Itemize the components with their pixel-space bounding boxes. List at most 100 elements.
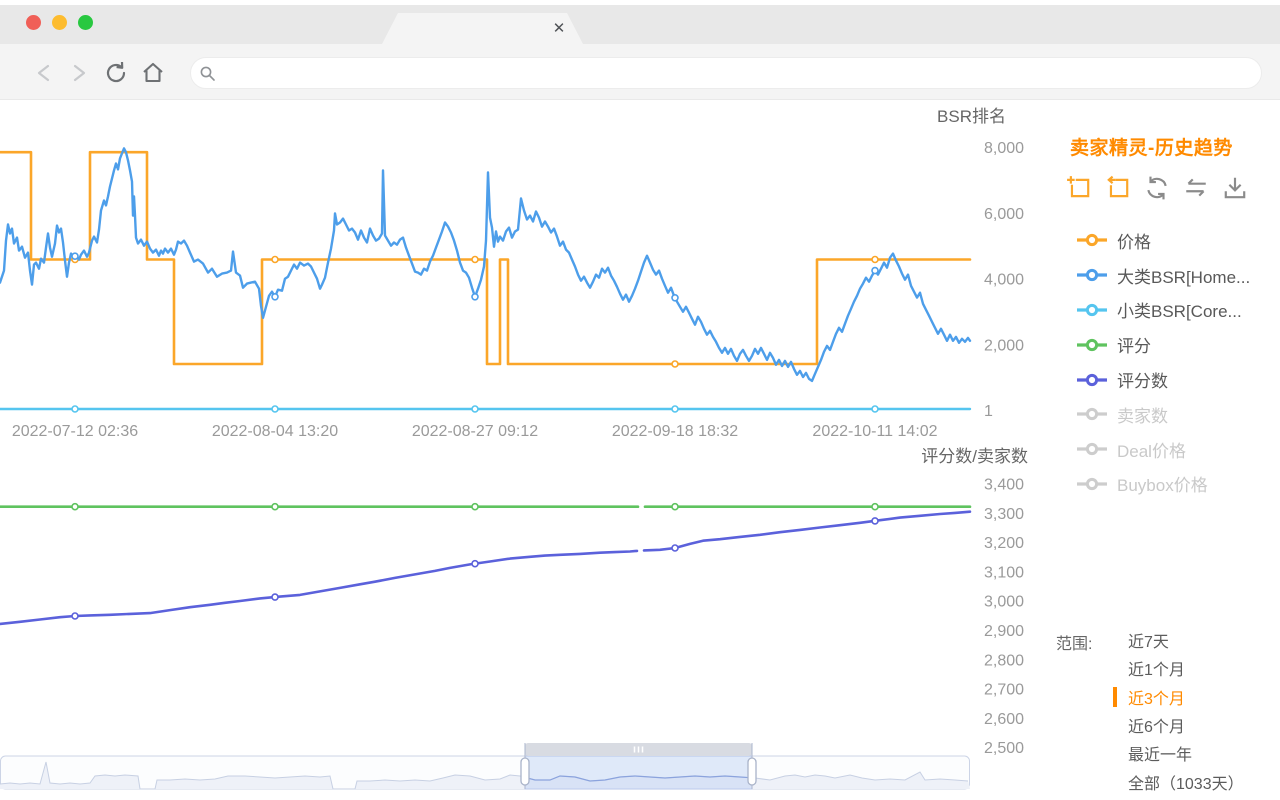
rating-count-marker bbox=[71, 612, 79, 620]
main-category-bsr-line bbox=[0, 147, 972, 383]
range-option-1[interactable]: 近1个月 bbox=[1113, 654, 1273, 682]
rating-marker bbox=[71, 502, 79, 511]
range-option-0[interactable]: 近7天 bbox=[1113, 626, 1273, 654]
legend-item-7[interactable]: Buybox价格 bbox=[1077, 467, 1277, 502]
legend-item-3[interactable]: 评分 bbox=[1077, 327, 1277, 362]
maximize-window-button[interactable] bbox=[78, 15, 93, 30]
legend-item-label: Deal价格 bbox=[1117, 441, 1186, 461]
reload-icon[interactable] bbox=[103, 60, 129, 86]
rating-chart-y-tick: 3,400 bbox=[984, 477, 1024, 494]
main-category-bsr-marker bbox=[271, 292, 279, 301]
legend-item-label: 卖家数 bbox=[1117, 406, 1168, 426]
scrollbar-selection[interactable] bbox=[524, 755, 753, 790]
main-category-bsr-marker bbox=[471, 292, 479, 301]
legend-item-6[interactable]: Deal价格 bbox=[1077, 432, 1277, 467]
range-option-4[interactable]: 最近一年 bbox=[1113, 739, 1273, 767]
swap-icon[interactable] bbox=[1183, 175, 1209, 201]
minimize-window-button[interactable] bbox=[52, 15, 67, 30]
legend-marker-icon bbox=[1077, 303, 1107, 317]
bsr-chart-y-tick: 8,000 bbox=[984, 140, 1024, 157]
rating-count-line bbox=[642, 510, 972, 552]
rating-chart-axis-name: 评分数/卖家数 bbox=[921, 447, 1028, 466]
sub-category-bsr-marker bbox=[471, 405, 479, 413]
scrollbar-grip-icon bbox=[637, 746, 640, 753]
legend-marker-icon bbox=[1077, 234, 1107, 247]
legend-marker-icon bbox=[1077, 477, 1107, 491]
bsr-chart-x-tick: 2022-10-11 14:02 bbox=[812, 423, 937, 440]
bsr-chart-axis-name: BSR排名 bbox=[937, 107, 1006, 126]
main-category-bsr-marker bbox=[871, 266, 879, 275]
price-marker bbox=[871, 255, 879, 264]
legend-item-2[interactable]: 小类BSR[Core... bbox=[1077, 293, 1277, 328]
page-title: 卖家精灵-历史趋势 bbox=[1070, 138, 1233, 159]
rating-count-marker bbox=[271, 593, 279, 601]
bsr-chart-y-tick: 2,000 bbox=[984, 337, 1024, 354]
rating-marker bbox=[671, 502, 679, 511]
tab-close-icon[interactable]: ✕ bbox=[550, 20, 568, 38]
bsr-chart-x-tick: 2022-09-18 18:32 bbox=[612, 423, 738, 440]
legend-item-4[interactable]: 评分数 bbox=[1077, 362, 1277, 397]
trend-charts-canvas: BSR排名 8,000 6,000 4,000 2,000 1 2022-07-12 02:… bbox=[0, 107, 1028, 790]
sub-category-bsr-marker bbox=[671, 405, 679, 413]
rating-chart-y-tick: 2,800 bbox=[984, 652, 1024, 669]
legend-item-label: 价格 bbox=[1117, 232, 1151, 252]
close-window-button[interactable] bbox=[26, 15, 41, 30]
scrollbar-handle[interactable] bbox=[520, 757, 530, 786]
rating-chart-y-tick: 2,600 bbox=[984, 711, 1024, 728]
legend-marker-icon bbox=[1077, 373, 1107, 386]
legend-marker-icon bbox=[1077, 269, 1107, 282]
refresh-icon[interactable] bbox=[1144, 175, 1170, 201]
bsr-chart-x-tick: 2022-08-04 13:20 bbox=[212, 423, 338, 440]
legend-item-5[interactable]: 卖家数 bbox=[1077, 397, 1277, 432]
rating-chart-y-tick: 3,000 bbox=[984, 594, 1024, 611]
legend-item-label: 评分 bbox=[1117, 337, 1151, 357]
chart-toolbox bbox=[1066, 175, 1266, 201]
legend-item-1[interactable]: 大类BSR[Home... bbox=[1077, 258, 1277, 293]
legend-item-0[interactable]: 价格 bbox=[1077, 223, 1277, 258]
rating-chart-y-tick: 2,900 bbox=[984, 623, 1024, 640]
rating-marker bbox=[471, 502, 479, 511]
sub-category-bsr-marker bbox=[71, 405, 79, 413]
rating-count-line bbox=[0, 549, 639, 626]
rating-count-marker bbox=[671, 544, 679, 552]
legend-marker-icon bbox=[1077, 338, 1107, 351]
legend-item-label: 小类BSR[Core... bbox=[1117, 302, 1242, 322]
bsr-chart-y-tick: 4,000 bbox=[984, 272, 1024, 289]
legend-item-label: 大类BSR[Home... bbox=[1117, 267, 1251, 287]
range-option-label: 近1个月 bbox=[1128, 662, 1185, 680]
rating-chart-y-tick: 3,300 bbox=[984, 506, 1024, 523]
selected-range-bar bbox=[1113, 686, 1117, 707]
sub-category-bsr-marker bbox=[271, 405, 279, 413]
bsr-chart-x-tick: 2022-08-27 09:12 bbox=[412, 423, 538, 440]
scrollbar-grip-icon bbox=[633, 746, 636, 753]
main-category-bsr-marker bbox=[671, 293, 679, 302]
bsr-chart-x-tick: 2022-07-12 02:36 bbox=[12, 423, 138, 440]
download-icon[interactable] bbox=[1222, 175, 1248, 201]
browser-tab-strip bbox=[0, 5, 1280, 44]
range-option-2[interactable]: 近3个月 bbox=[1113, 683, 1273, 711]
address-input[interactable] bbox=[224, 62, 1224, 84]
scrollbar-handle[interactable] bbox=[747, 757, 757, 786]
legend-marker-icon bbox=[1077, 408, 1107, 421]
range-option-label: 全部（1033天） bbox=[1128, 775, 1244, 793]
forward-icon[interactable] bbox=[66, 60, 92, 86]
home-icon[interactable] bbox=[140, 60, 166, 86]
price-marker bbox=[271, 255, 279, 264]
area-zoom-icon[interactable] bbox=[1066, 175, 1092, 201]
bsr-chart-y-tick: 1 bbox=[984, 403, 993, 420]
range-option-5[interactable]: 全部（1033天） bbox=[1113, 767, 1273, 795]
range-option-label: 最近一年 bbox=[1128, 747, 1193, 765]
main-category-bsr-marker bbox=[71, 252, 79, 261]
rating-marker bbox=[871, 502, 879, 511]
rating-chart-y-tick: 3,200 bbox=[984, 535, 1024, 552]
scrollbar-grip-icon bbox=[641, 746, 644, 753]
range-option-label: 近7天 bbox=[1128, 634, 1169, 652]
rating-chart-y-tick: 2,500 bbox=[984, 740, 1024, 757]
price-marker bbox=[671, 360, 679, 368]
rating-chart-y-tick: 2,700 bbox=[984, 682, 1024, 699]
range-options: 近7天 近1个月 近3个月 近6个月 最近一年 全部（1033天） bbox=[1113, 626, 1273, 796]
back-icon[interactable] bbox=[31, 60, 57, 86]
range-option-3[interactable]: 近6个月 bbox=[1113, 711, 1273, 739]
zoom-reset-icon[interactable] bbox=[1105, 175, 1131, 201]
rating-count-marker bbox=[471, 559, 479, 568]
